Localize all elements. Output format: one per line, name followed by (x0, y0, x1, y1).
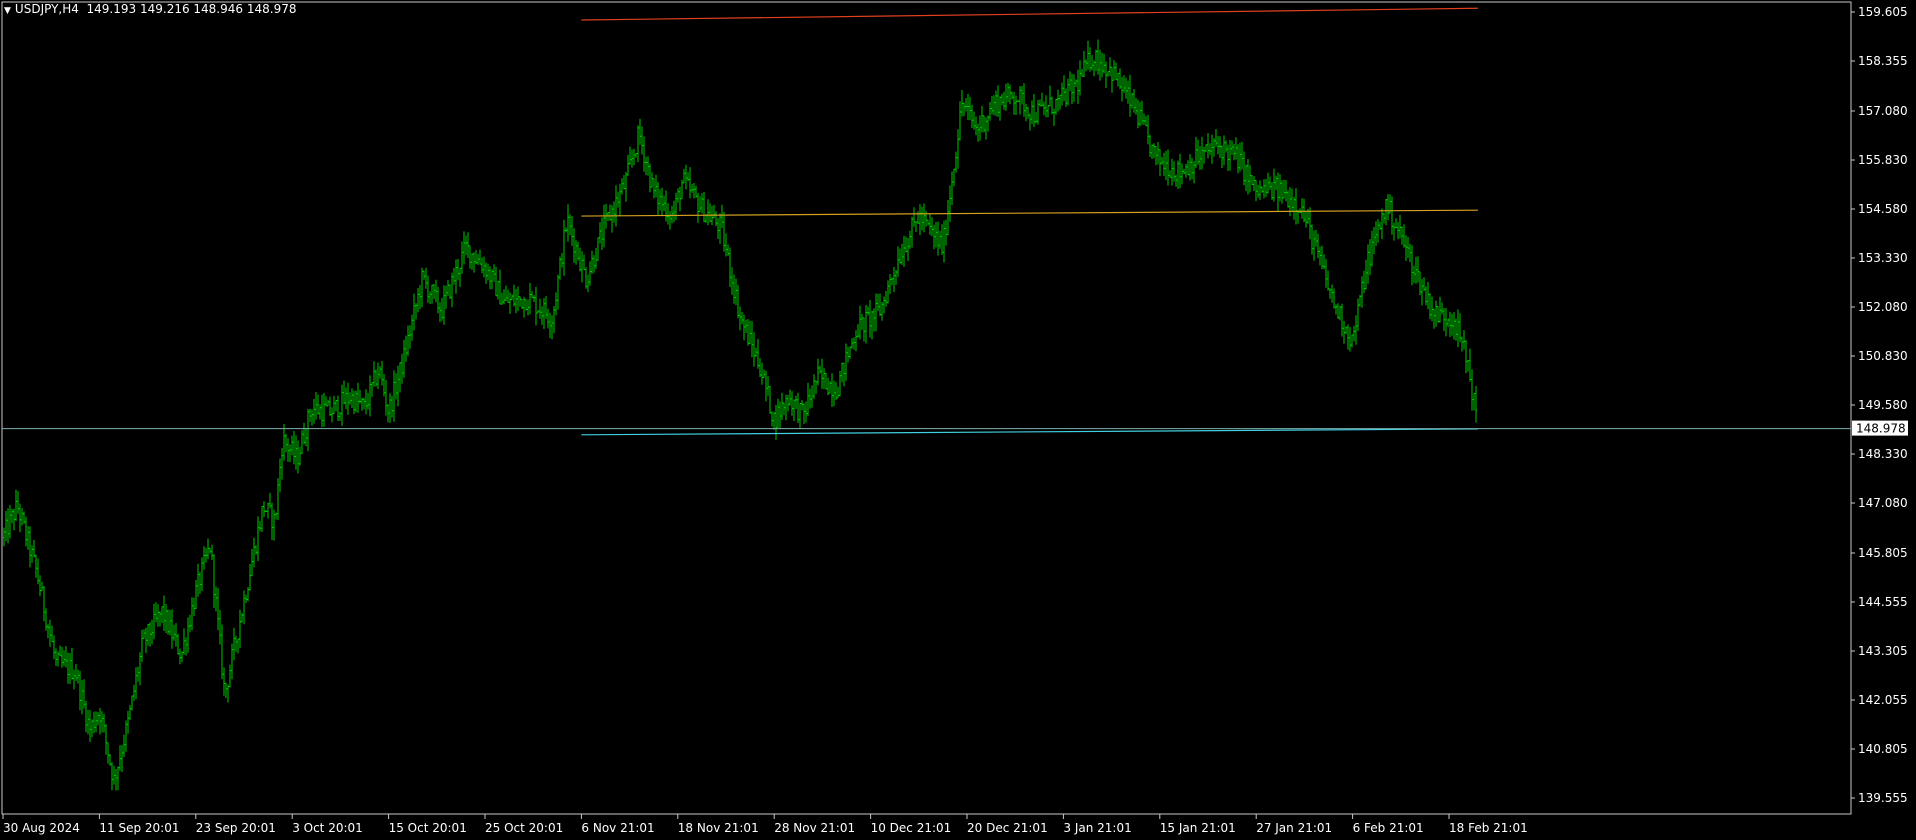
chart-frame (1, 1, 1852, 815)
time-tick-label: 11 Sep 20:01 (99, 821, 179, 835)
price-tick-label: 144.555 (1858, 595, 1908, 609)
price-axis: 159.605 158.355 157.080 155.830 154.580 153.3… (1851, 5, 1908, 805)
candlestick-series (3, 39, 1477, 791)
time-axis: 30 Aug 2024 11 Sep 20:01 23 Sep 20:01 3 Oct… (2, 814, 1528, 835)
price-tick-label: 148.330 (1858, 447, 1908, 461)
time-tick-label: 6 Nov 21:01 (581, 821, 654, 835)
time-tick-label: 3 Jan 21:01 (1063, 821, 1131, 835)
current-price-text: 148.978 (1856, 422, 1906, 436)
time-tick-label: 10 Dec 21:01 (871, 821, 952, 835)
price-tick-label: 155.830 (1858, 153, 1908, 167)
support-line[interactable] (581, 428, 1478, 436)
price-tick-label: 145.805 (1858, 546, 1908, 560)
symbol-label: USDJPY,H4 (14, 2, 79, 16)
time-tick-label: 15 Jan 21:01 (1160, 821, 1236, 835)
time-tick-label: 30 Aug 2024 (3, 821, 80, 835)
price-tick-label: 139.555 (1858, 791, 1908, 805)
time-tick-label: 18 Nov 21:01 (678, 821, 759, 835)
candle-bars (3, 39, 1477, 791)
price-tick-label: 154.580 (1858, 202, 1908, 216)
price-tick-label: 152.080 (1858, 300, 1908, 314)
time-tick-label: 20 Dec 21:01 (967, 821, 1048, 835)
resistance-line[interactable] (581, 7, 1478, 21)
time-tick-label: 23 Sep 20:01 (196, 821, 276, 835)
time-tick-label: 25 Oct 20:01 (485, 821, 563, 835)
price-tick-label: 149.580 (1858, 398, 1908, 412)
time-tick-label: 15 Oct 20:01 (389, 821, 467, 835)
triangle-down-icon[interactable]: ▼ (4, 6, 11, 16)
time-tick-label: 28 Nov 21:01 (774, 821, 855, 835)
time-tick-label: 6 Feb 21:01 (1353, 821, 1424, 835)
ohlc-values: 149.193 149.216 148.946 148.978 (86, 2, 297, 16)
price-tick-label: 157.080 (1858, 104, 1908, 118)
time-tick-label: 3 Oct 20:01 (292, 821, 363, 835)
price-tick-label: 159.605 (1858, 5, 1908, 19)
price-chart[interactable]: 159.605 158.355 157.080 155.830 154.580 153.3… (0, 0, 1916, 840)
chart-header: ▼ USDJPY,H4 149.193 149.216 148.946 148.9… (4, 2, 296, 16)
price-tick-label: 158.355 (1858, 54, 1908, 68)
price-tick-label: 143.305 (1858, 644, 1908, 658)
price-tick-label: 140.805 (1858, 742, 1908, 756)
time-tick-label: 18 Feb 21:01 (1449, 821, 1528, 835)
price-tick-label: 142.055 (1858, 693, 1908, 707)
current-price-label: 148.978 (1852, 420, 1908, 436)
price-tick-label: 147.080 (1858, 496, 1908, 510)
price-tick-label: 153.330 (1858, 251, 1908, 265)
price-tick-label: 150.830 (1858, 349, 1908, 363)
time-tick-label: 27 Jan 21:01 (1256, 821, 1332, 835)
